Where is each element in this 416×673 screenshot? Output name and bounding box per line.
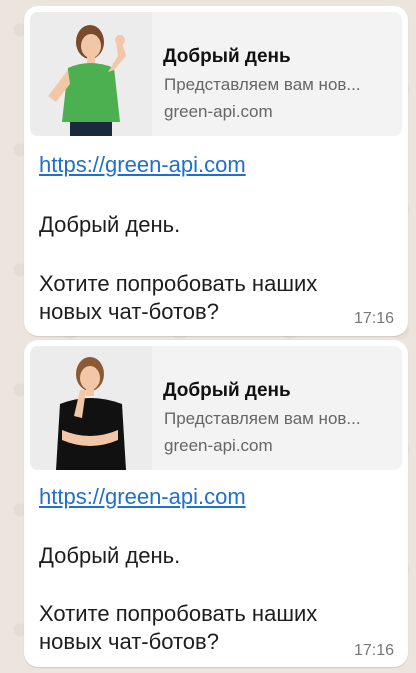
link-preview-card[interactable]: Добрый день Представляем вам нов... gree… (30, 346, 402, 470)
person-thinking-image (30, 346, 152, 470)
message-greeting: Добрый день. (39, 212, 181, 237)
preview-thumbnail (30, 346, 152, 470)
person-thumbs-up-image (30, 12, 152, 136)
preview-description: Представляем вам нов... (164, 409, 361, 428)
preview-title: Добрый день (163, 46, 291, 67)
preview-description: Представляем вам нов... (164, 75, 361, 94)
preview-domain: green-api.com (164, 102, 273, 121)
message-body-line: Хотите попробовать наших (39, 271, 318, 296)
message-link[interactable]: https://green-api.com (39, 484, 246, 510)
preview-domain: green-api.com (164, 436, 273, 455)
link-preview-card[interactable]: Добрый день Представляем вам нов... gree… (30, 12, 402, 136)
message-time: 17:16 (353, 310, 394, 327)
message-link[interactable]: https://green-api.com (39, 152, 246, 178)
message-greeting: Добрый день. (39, 543, 181, 568)
message-time: 17:16 (353, 642, 394, 659)
message-bubble[interactable]: Добрый день Представляем вам нов... gree… (24, 340, 408, 667)
preview-title: Добрый день (163, 380, 291, 401)
message-body-line: Хотите попробовать наших (39, 601, 318, 626)
preview-thumbnail (30, 12, 152, 136)
message-bubble[interactable]: Добрый день Представляем вам нов... gree… (24, 6, 408, 336)
message-body-line: новых чат-ботов? (39, 299, 219, 324)
message-body-line: новых чат-ботов? (39, 629, 219, 654)
